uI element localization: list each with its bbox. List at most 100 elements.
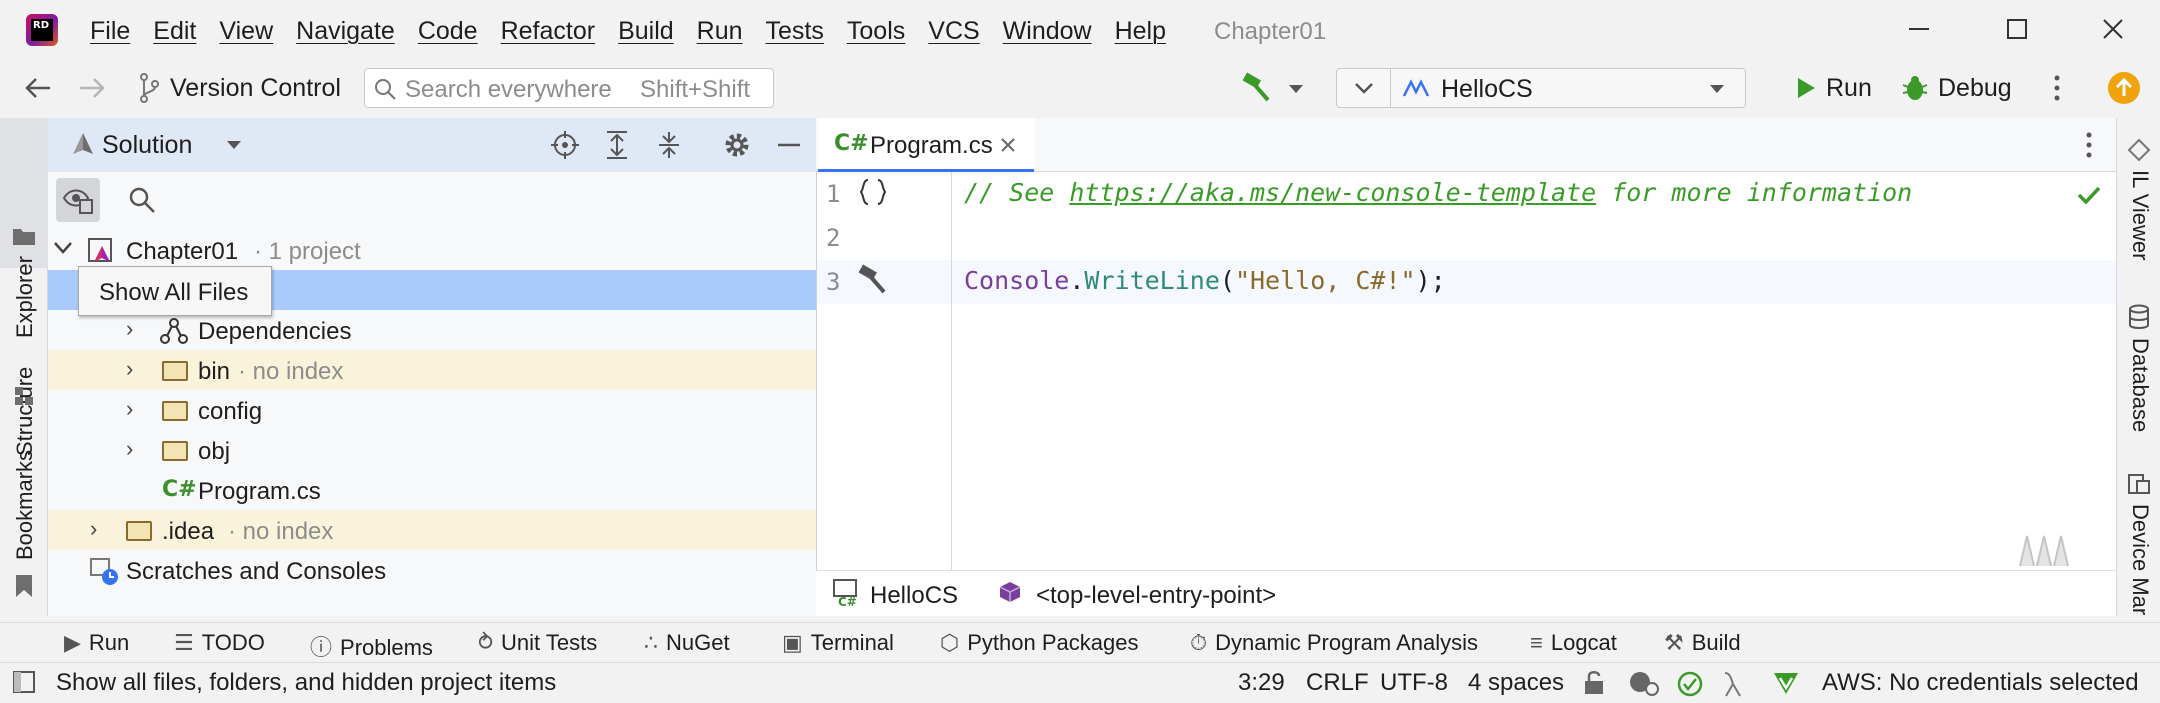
lock-icon[interactable] <box>1582 670 1606 696</box>
menu-vcs[interactable]: VCS <box>928 17 979 46</box>
tree-item-bin[interactable]: › bin · no index <box>48 350 816 390</box>
tool-unit-tests[interactable]: ⥁ Unit Tests <box>478 630 597 656</box>
menu-help[interactable]: Help <box>1115 17 1166 46</box>
tool-python-packages[interactable]: ⬡ Python Packages <box>940 630 1138 656</box>
console-template-link[interactable]: https://aka.ms/new-console-template <box>1069 178 1596 207</box>
close-window-icon[interactable] <box>2098 14 2128 44</box>
structure-tab[interactable]: Structure <box>12 367 38 456</box>
tool-nuget[interactable]: ∴ NuGet <box>644 630 730 656</box>
close-tab-icon[interactable] <box>1000 137 1016 153</box>
ai-assistant-icon[interactable] <box>2018 532 2072 568</box>
update-notification-icon[interactable] <box>2108 72 2140 104</box>
tree-item-scratches[interactable]: Scratches and Consoles <box>48 550 816 590</box>
chevron-right-icon[interactable]: › <box>90 516 97 542</box>
logcat-icon: ≡ <box>1530 630 1543 655</box>
svg-text:C#: C# <box>838 595 857 608</box>
menu-refactor[interactable]: Refactor <box>501 17 595 46</box>
minimize-panel-icon[interactable] <box>776 140 802 150</box>
line-separator[interactable]: CRLF <box>1306 669 1369 697</box>
menu-build[interactable]: Build <box>618 17 674 46</box>
run-configuration-selector[interactable]: HelloCS <box>1336 68 1746 108</box>
chevron-right-icon[interactable]: › <box>126 316 133 342</box>
chevron-down-icon[interactable] <box>52 240 74 256</box>
tree-item-chapter01[interactable]: Chapter01 · 1 project <box>48 230 816 270</box>
bookmarks-tab[interactable]: Bookmarks <box>12 450 38 560</box>
chevron-right-icon[interactable]: › <box>126 436 133 462</box>
tree-item-obj[interactable]: › obj <box>48 430 816 470</box>
tool-dynamic-analysis[interactable]: ⏱ Dynamic Program Analysis <box>1190 630 1478 656</box>
more-options-icon[interactable] <box>2052 72 2062 104</box>
run-config-expand[interactable] <box>1337 69 1391 107</box>
toggle-tool-windows-icon[interactable] <box>12 670 36 694</box>
tree-item-program-cs[interactable]: C# Program.cs <box>48 470 816 510</box>
build-dropdown-icon[interactable] <box>1286 82 1306 96</box>
maximize-icon[interactable] <box>2002 14 2032 44</box>
menu-navigate[interactable]: Navigate <box>296 17 395 46</box>
back-arrow-icon[interactable] <box>22 74 54 102</box>
device-manager-tab[interactable]: Device Mar <box>2127 504 2153 615</box>
menu-window[interactable]: Window <box>1003 17 1092 46</box>
menu-edit[interactable]: Edit <box>153 17 196 46</box>
forward-arrow-icon[interactable] <box>76 74 108 102</box>
build-hammer-gutter-icon[interactable] <box>856 264 890 296</box>
minimize-icon[interactable] <box>1904 14 1934 44</box>
chevron-right-icon[interactable]: › <box>126 396 133 422</box>
version-control-button[interactable]: Version Control <box>170 74 341 103</box>
tree-item-config[interactable]: › config <box>48 390 816 430</box>
breadcrumb-member[interactable]: <top-level-entry-point> <box>1036 582 1276 610</box>
breadcrumb-project[interactable]: HelloCS <box>870 582 958 610</box>
inspection-ok-icon[interactable] <box>1676 670 1704 698</box>
debug-label: Debug <box>1938 73 2012 102</box>
folder-icon <box>126 521 152 541</box>
search-icon[interactable] <box>128 186 156 214</box>
tool-build[interactable]: ⚒ Build <box>1664 630 1741 656</box>
aws-status[interactable]: AWS: No credentials selected <box>1822 669 2139 697</box>
tool-run[interactable]: ▶ Run <box>64 630 129 656</box>
run-label: Run <box>1826 73 1872 102</box>
tool-problems[interactable]: ⓘ Problems <box>310 630 433 662</box>
lambda-icon[interactable] <box>1722 670 1744 698</box>
build-hammer-icon[interactable] <box>1240 72 1274 104</box>
database-icon <box>2129 304 2149 329</box>
tree-item-idea[interactable]: › .idea · no index <box>48 510 816 550</box>
database-tab[interactable]: Database <box>2127 338 2153 432</box>
left-tool-strip: Explorer Structure Bookmarks <box>0 118 48 616</box>
tooltip: Show All Files <box>78 266 272 316</box>
indent-setting[interactable]: 4 spaces <box>1468 669 1564 697</box>
menu-run[interactable]: Run <box>697 17 743 46</box>
show-all-files-button[interactable] <box>56 178 100 222</box>
run-play-icon: ▶ <box>64 630 81 655</box>
caret-position[interactable]: 3:29 <box>1238 669 1285 697</box>
tool-terminal[interactable]: ▣ Terminal <box>782 630 894 656</box>
file-encoding[interactable]: UTF-8 <box>1380 669 1448 697</box>
menu-tests[interactable]: Tests <box>766 17 824 46</box>
window-title: Chapter01 <box>1214 18 1327 45</box>
settings-gear-icon[interactable] <box>722 130 752 160</box>
no-problems-check-icon[interactable] <box>2076 184 2102 206</box>
tool-todo[interactable]: ☰ TODO <box>174 630 265 656</box>
packages-icon: ⬡ <box>940 630 960 655</box>
more-options-icon[interactable] <box>2084 130 2094 160</box>
tool-logcat[interactable]: ≡ Logcat <box>1530 630 1617 656</box>
locate-target-icon[interactable] <box>550 130 580 160</box>
collapse-all-icon[interactable] <box>656 130 682 160</box>
il-viewer-tab[interactable]: IL Viewer <box>2127 170 2153 261</box>
debug-button[interactable]: Debug <box>1900 68 2012 108</box>
chevron-right-icon[interactable]: › <box>126 356 133 382</box>
view-dropdown-icon[interactable] <box>224 138 244 152</box>
tab-program-cs[interactable]: C# Program.cs <box>818 118 1034 172</box>
expand-all-icon[interactable] <box>604 130 630 160</box>
aws-toolkit-icon[interactable] <box>1772 670 1800 696</box>
tree-item-dependencies[interactable]: › Dependencies <box>48 310 816 350</box>
menu-tools[interactable]: Tools <box>847 17 905 46</box>
menu-file[interactable]: File <box>90 17 130 46</box>
line-number: 1 <box>826 180 841 208</box>
run-button[interactable]: Run <box>1794 68 1872 108</box>
menu-code[interactable]: Code <box>418 17 478 46</box>
search-everywhere-field[interactable]: Search everywhere Shift+Shift <box>364 68 774 108</box>
code-line-3: Console.WriteLine("Hello, C#!"); <box>964 266 1446 295</box>
solution-view-selector[interactable]: Solution <box>102 131 192 160</box>
explorer-tab[interactable]: Explorer <box>12 256 38 338</box>
menu-view[interactable]: View <box>219 17 273 46</box>
code-vision-icon[interactable] <box>1626 668 1660 696</box>
